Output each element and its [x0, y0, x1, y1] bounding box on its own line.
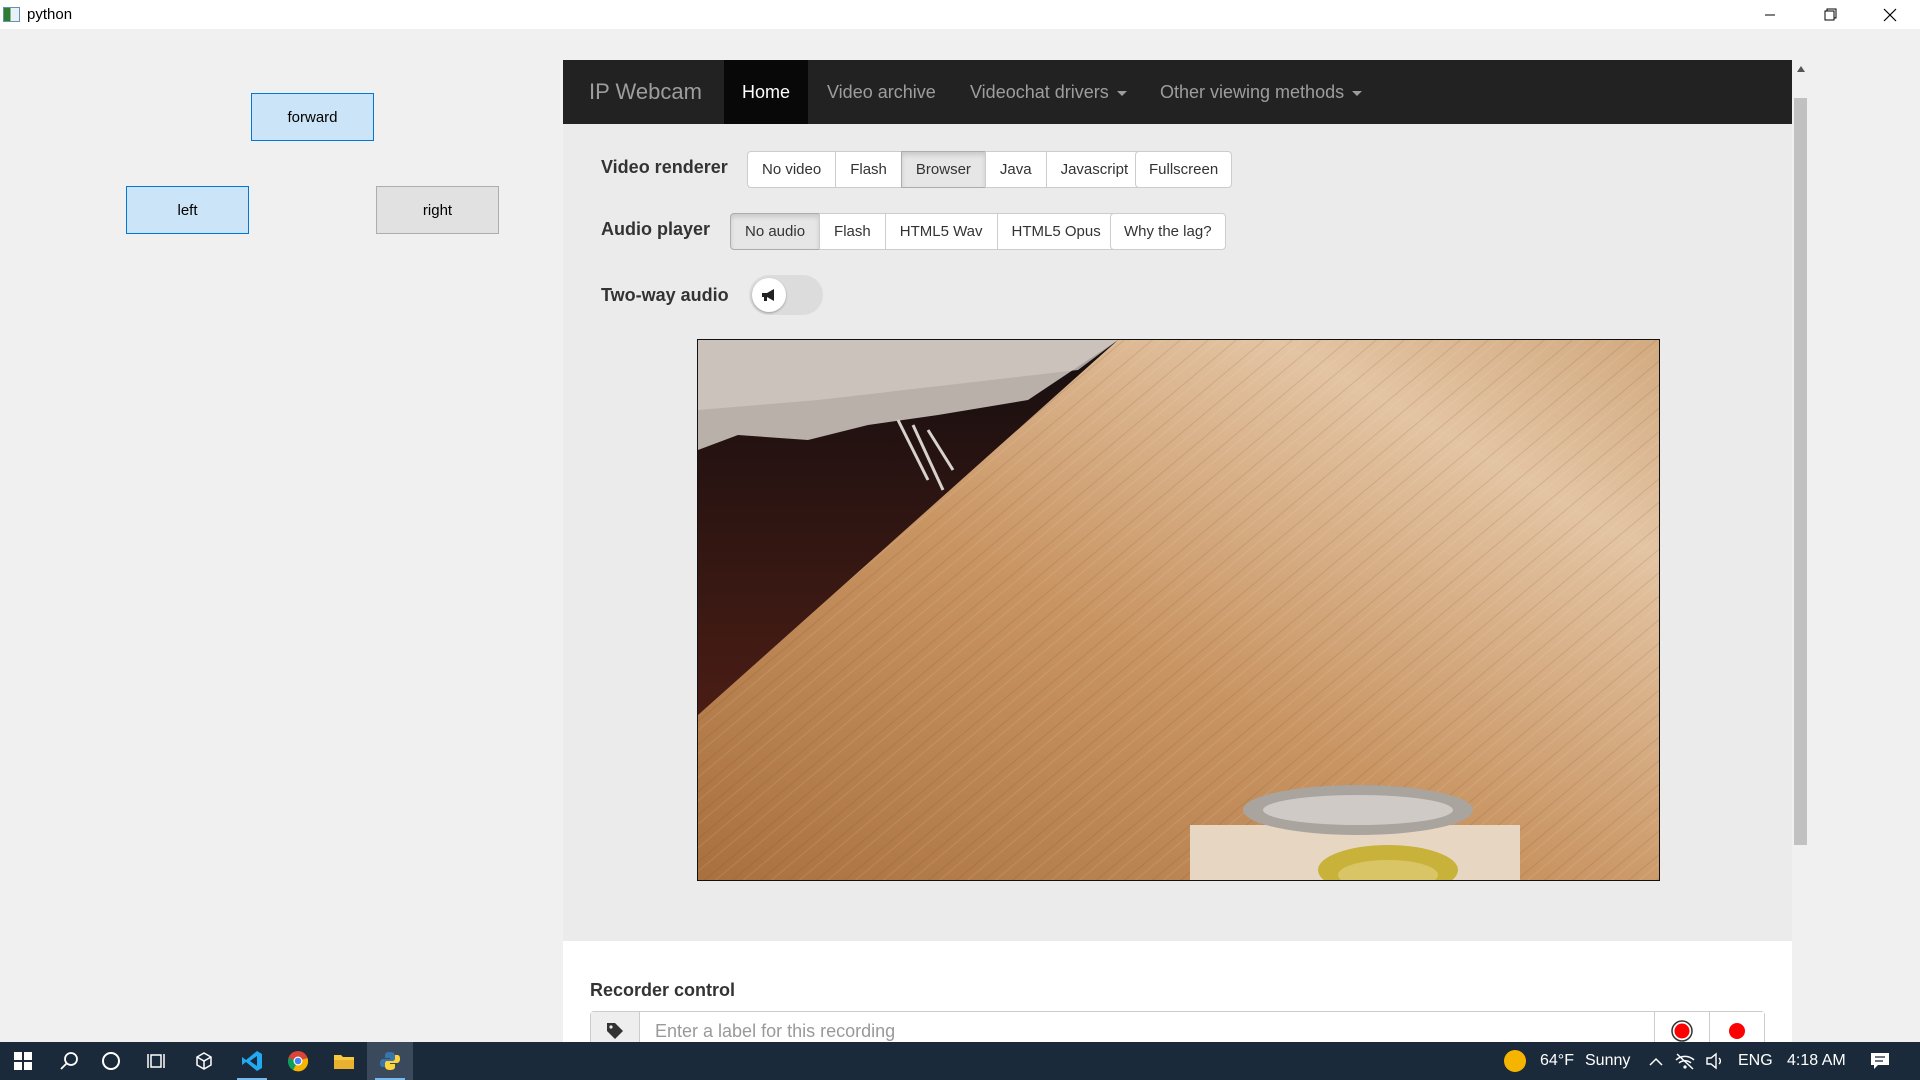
network-offline-icon[interactable] [1672, 1042, 1698, 1080]
minimize-icon [1765, 14, 1775, 15]
audio-option[interactable]: Flash [819, 213, 886, 250]
record-icon [1671, 1020, 1693, 1042]
start-windows-icon[interactable] [0, 1042, 46, 1080]
app-icon [3, 7, 20, 22]
input-language[interactable]: ENG [1738, 1042, 1773, 1080]
chrome-icon[interactable] [275, 1042, 321, 1080]
robot-control-panel: forward left right [0, 29, 563, 1042]
audio-option[interactable]: No audio [730, 213, 821, 250]
nav-videochat-drivers-label: Videochat drivers [970, 81, 1109, 102]
close-icon [1883, 8, 1897, 21]
weather-temperature[interactable]: 64°F [1540, 1042, 1574, 1080]
minimize-button[interactable] [1740, 0, 1800, 29]
video-renderer-group: No video Flash Browser Java Javascript [747, 151, 1144, 188]
record-icon [1729, 1023, 1745, 1039]
audio-player-group: No audio Flash HTML5 Wav HTML5 Opus [730, 213, 1116, 250]
nav-home[interactable]: Home [724, 60, 808, 124]
weather-sun-icon[interactable] [1498, 1042, 1532, 1080]
navbar-brand[interactable]: IP Webcam [589, 79, 702, 105]
taskbar: 64°F Sunny ENG 4:18 AM [0, 1042, 1920, 1080]
renderer-option[interactable]: No video [747, 151, 837, 188]
chevron-up-icon[interactable] [1645, 1042, 1667, 1080]
audio-option[interactable]: HTML5 Wav [884, 213, 998, 250]
nav-videochat-drivers[interactable]: Videochat drivers [970, 60, 1127, 124]
left-button[interactable]: left [126, 186, 249, 234]
vertical-scrollbar[interactable] [1792, 60, 1809, 1042]
renderer-option[interactable]: Browser [900, 151, 986, 188]
video-renderer-label: Video renderer [601, 157, 728, 177]
file-explorer-icon[interactable] [321, 1042, 367, 1080]
megaphone-icon [752, 278, 786, 312]
webcam-webview: IP Webcam Home Video archive Videochat d… [563, 60, 1792, 1042]
record-button[interactable] [1654, 1012, 1709, 1042]
close-button[interactable] [1860, 0, 1920, 29]
renderer-option[interactable]: Javascript [1045, 151, 1144, 188]
nav-other-viewing-methods[interactable]: Other viewing methods [1160, 60, 1363, 124]
right-button[interactable]: right [376, 186, 499, 234]
clock-time[interactable]: 4:18 AM [1787, 1042, 1846, 1080]
navbar: IP Webcam Home Video archive Videochat d… [563, 60, 1792, 124]
recording-label-input[interactable] [640, 1012, 1654, 1042]
record-stream-button[interactable] [1709, 1012, 1764, 1042]
recorder-title: Recorder control [590, 980, 736, 1000]
video-stream [697, 339, 1660, 881]
cortana-icon[interactable] [88, 1042, 134, 1080]
volume-icon[interactable] [1703, 1042, 1727, 1080]
restore-button[interactable] [1800, 0, 1860, 29]
task-view-icon[interactable] [133, 1042, 179, 1080]
scroll-up-arrow-icon[interactable] [1792, 60, 1809, 77]
tag-icon [591, 1012, 640, 1042]
search-icon[interactable] [46, 1042, 92, 1080]
notifications-icon[interactable] [1866, 1042, 1894, 1080]
weather-description[interactable]: Sunny [1585, 1042, 1630, 1080]
recorder-input-group [590, 1011, 1765, 1042]
why-the-lag-button[interactable]: Why the lag? [1110, 213, 1226, 250]
renderer-option[interactable]: Java [984, 151, 1047, 188]
recorder-panel: Recorder control [563, 941, 1792, 1042]
two-way-audio-toggle[interactable] [749, 275, 823, 315]
renderer-option[interactable]: Flash [835, 151, 902, 188]
vscode-icon[interactable] [229, 1042, 275, 1080]
nav-video-archive[interactable]: Video archive [827, 60, 936, 124]
chevron-down-icon [1352, 90, 1363, 96]
audio-option[interactable]: HTML5 Opus [996, 213, 1116, 250]
nav-other-viewing-label: Other viewing methods [1160, 81, 1345, 102]
window-title: python [27, 6, 73, 23]
chevron-down-icon [1116, 90, 1127, 96]
restore-icon [1824, 8, 1836, 21]
window-title-bar: python [0, 0, 1920, 29]
python-icon[interactable] [367, 1042, 413, 1080]
fullscreen-button[interactable]: Fullscreen [1135, 151, 1233, 188]
two-way-audio-label: Two-way audio [601, 285, 729, 305]
forward-button[interactable]: forward [251, 93, 374, 141]
3d-viewer-icon[interactable] [181, 1042, 227, 1080]
audio-player-label: Audio player [601, 219, 711, 239]
scrollbar-thumb[interactable] [1794, 98, 1807, 845]
